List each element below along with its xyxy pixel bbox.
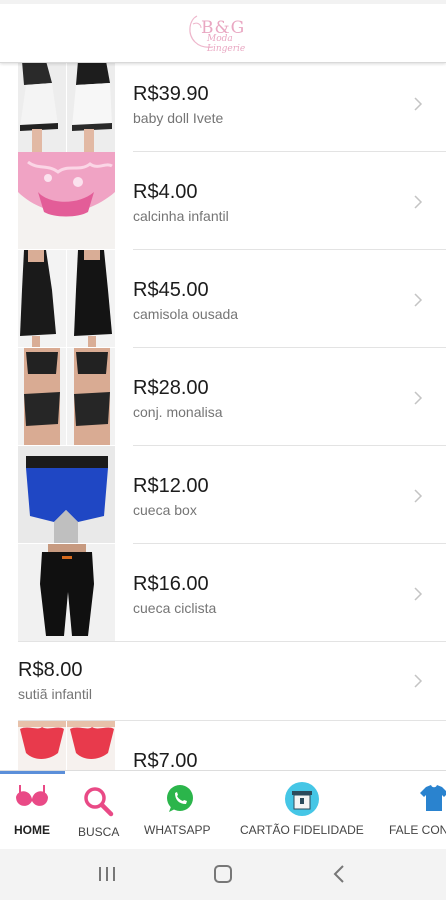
list-item[interactable]: R$28.00 conj. monalisa	[0, 348, 446, 446]
brand-logo[interactable]: B&G Moda Lingerie	[183, 12, 253, 54]
search-icon	[84, 787, 114, 817]
product-price: R$7.00	[133, 750, 198, 770]
product-name: calcinha infantil	[133, 208, 229, 224]
tab-whatsapp[interactable]: WHATSAPP	[140, 771, 220, 849]
system-nav-bar	[0, 848, 446, 900]
product-price: R$45.00	[133, 279, 209, 301]
list-item[interactable]: R$4.00 calcinha infantil	[0, 152, 446, 250]
status-strip	[0, 0, 446, 4]
product-name: cueca box	[133, 502, 197, 518]
tab-label: CARTÃO FIDELIDADE	[240, 823, 364, 837]
chevron-right-icon	[414, 674, 423, 688]
product-price: R$12.00	[133, 475, 209, 497]
product-name: baby doll Ivete	[133, 110, 224, 126]
tab-label: BUSCA	[78, 825, 120, 839]
product-image	[18, 446, 115, 543]
chevron-right-icon	[414, 489, 423, 503]
chevron-right-icon	[414, 293, 423, 307]
home-icon[interactable]	[211, 862, 235, 886]
chevron-right-icon	[414, 195, 423, 209]
product-image	[18, 250, 115, 347]
loyalty-card-icon	[285, 782, 319, 816]
product-name: conj. monalisa	[133, 404, 223, 420]
bottom-tab-bar: HOME BUSCA WHATSAPP CARTÃO FIDELIDADE FA…	[0, 770, 446, 849]
chevron-right-icon	[414, 97, 423, 111]
tab-cartao-fidelidade[interactable]: CARTÃO FIDELIDADE	[236, 771, 368, 849]
product-price: R$8.00	[18, 659, 83, 681]
list-item[interactable]: R$45.00 camisola ousada	[0, 250, 446, 348]
product-image	[18, 348, 115, 445]
product-name: camisola ousada	[133, 306, 239, 322]
list-item[interactable]: R$8.00 sutiã infantil	[0, 642, 446, 721]
tab-label: FALE CON	[389, 823, 446, 837]
product-price: R$28.00	[133, 377, 209, 399]
product-name: sutiã infantil	[18, 686, 92, 702]
logo-script: Moda Lingerie	[207, 34, 246, 54]
list-item[interactable]: R$16.00 cueca ciclista	[0, 544, 446, 642]
app-header: B&G Moda Lingerie	[0, 0, 446, 63]
tab-label: HOME	[14, 823, 50, 837]
product-name: cueca ciclista	[133, 600, 217, 616]
product-price: R$4.00	[133, 181, 198, 203]
back-icon[interactable]	[329, 862, 349, 886]
tab-home[interactable]: HOME	[0, 771, 64, 849]
product-price: R$16.00	[133, 573, 209, 595]
product-list[interactable]: R$39.90 baby doll Ivete R$4.00 calcinha …	[0, 62, 446, 770]
product-price: R$39.90	[133, 83, 209, 105]
product-image	[18, 62, 115, 152]
recents-icon[interactable]	[96, 862, 118, 886]
product-image	[18, 152, 115, 249]
whatsapp-icon	[167, 785, 193, 812]
product-image	[18, 544, 115, 641]
bra-icon	[16, 785, 48, 806]
tab-fale-conosco[interactable]: FALE CON	[386, 771, 446, 849]
contact-shirt-icon	[420, 785, 446, 811]
chevron-right-icon	[414, 391, 423, 405]
tab-busca[interactable]: BUSCA	[68, 771, 132, 849]
tab-label: WHATSAPP	[144, 823, 211, 837]
list-item[interactable]: R$7.00	[0, 721, 446, 770]
chevron-right-icon	[414, 587, 423, 601]
product-image	[18, 721, 115, 770]
list-item[interactable]: R$12.00 cueca box	[0, 446, 446, 544]
list-item[interactable]: R$39.90 baby doll Ivete	[0, 62, 446, 152]
